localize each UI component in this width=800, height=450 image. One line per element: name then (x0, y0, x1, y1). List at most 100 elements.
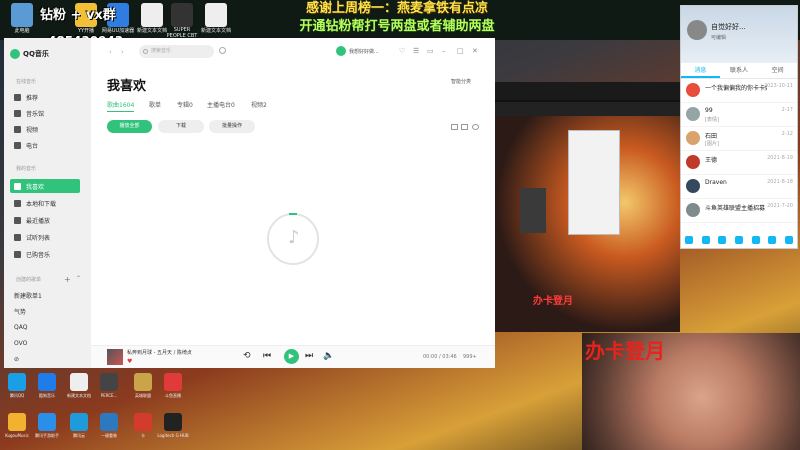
list-item[interactable]: 99 [表情] 2-17 (681, 103, 797, 127)
list-item[interactable]: Draven 2021-8-18 (681, 175, 797, 199)
sidebar-playlist[interactable]: 气势 (10, 304, 80, 318)
desktop-shortcut-icon[interactable] (205, 3, 227, 27)
desktop-shortcut-icon[interactable] (134, 413, 152, 431)
previous-icon[interactable]: ⏮ (263, 351, 271, 361)
mail-icon[interactable] (734, 236, 743, 244)
list-item[interactable]: 王德 2021-8-19 (681, 151, 797, 175)
batch-button[interactable]: 批量操作 (209, 120, 255, 133)
tab-playlists[interactable]: 歌单 (149, 100, 161, 109)
desktop-shortcut-icon[interactable] (141, 3, 163, 27)
desktop-shortcut-icon[interactable] (171, 3, 193, 27)
desktop-shortcut-label[interactable]: 网易UU加速器 (100, 27, 136, 34)
desktop-shortcut-icon[interactable] (100, 413, 118, 431)
desktop-shortcut-icon[interactable] (70, 413, 88, 431)
desktop-shortcut-icon[interactable] (11, 3, 33, 27)
maximize-icon[interactable]: □ (457, 47, 464, 55)
desktop-shortcut-label[interactable]: 斗鱼直播 (157, 393, 189, 399)
desktop-shortcut-label[interactable]: Logitech G HUB (157, 433, 189, 438)
sidebar-item-purchased[interactable]: 已购音乐 (10, 247, 80, 261)
tab-albums[interactable]: 专辑0 (177, 100, 193, 109)
desktop-shortcut-icon[interactable] (164, 373, 182, 391)
volume-icon[interactable]: 🔈 (323, 351, 334, 361)
list-item[interactable]: 石田 [图片] 2-12 (681, 127, 797, 151)
play-all-button[interactable]: 播放全部 (107, 120, 152, 133)
desktop-shortcut-icon[interactable] (8, 373, 26, 391)
forward-icon[interactable]: › (121, 48, 124, 56)
desktop-shortcut-label[interactable]: KugouMusic (1, 433, 33, 438)
tab-radio[interactable]: 主播电台0 (207, 100, 235, 109)
sidebar-playlist[interactable]: QAQ (10, 320, 80, 334)
apps-icon[interactable] (701, 236, 710, 244)
tab-contacts[interactable]: 联系人 (720, 63, 759, 78)
favorites-icon[interactable] (768, 236, 777, 244)
list-item[interactable]: 一个我偏偏我的你卡卡好 2023-10-11 (681, 79, 797, 103)
song-title[interactable]: 私奔到月球 - 五月天 / 陈绮贞 (127, 349, 237, 356)
like-icon[interactable]: ♥ (127, 358, 132, 365)
back-icon[interactable]: ‹ (109, 48, 112, 56)
smart-sort-button[interactable]: 智能分类 (451, 78, 471, 85)
sidebar-item-video[interactable]: 视频 (10, 122, 80, 136)
sidebar-item-recommend[interactable]: 推荐 (10, 90, 80, 104)
mic-icon[interactable] (219, 47, 226, 54)
sidebar-item-local[interactable]: 本地和下载 (10, 196, 80, 210)
loop-icon[interactable]: ⟲ (243, 351, 251, 361)
tab-space[interactable]: 空间 (758, 63, 797, 78)
tab-messages[interactable]: 消息 (681, 63, 720, 78)
desktop-shortcut-icon[interactable] (164, 413, 182, 431)
sidebar-playlist[interactable]: OVO (10, 336, 80, 350)
next-icon[interactable]: ⏭ (305, 351, 313, 361)
tab-videos[interactable]: 视频2 (251, 100, 267, 109)
mini-mode-icon[interactable]: ▭ (427, 47, 434, 55)
desktop-shortcut-icon[interactable] (100, 373, 118, 391)
sidebar-item-trial[interactable]: 试听列表 (10, 230, 80, 244)
menu-icon[interactable] (685, 236, 694, 244)
desktop-shortcut-icon[interactable] (8, 413, 26, 431)
sidebar-item-radio[interactable]: 电台 (10, 138, 80, 152)
sidebar-item-music-hall[interactable]: 音乐馆 (10, 106, 80, 120)
game-icon[interactable] (751, 236, 760, 244)
desktop-shortcut-label[interactable]: YY开播 (68, 27, 104, 34)
refresh-icon[interactable] (472, 124, 479, 130)
avatar[interactable] (336, 46, 346, 56)
desktop-shortcut-icon[interactable] (38, 373, 56, 391)
desktop-shortcut-label[interactable]: 酷狗音乐 (31, 393, 63, 399)
list-item[interactable]: 斗鱼英雄联盟主播招募 2021-7-20 (681, 199, 797, 223)
desktop-shortcut-label[interactable]: 腾讯QQ (1, 393, 33, 399)
list-view-icon[interactable] (451, 124, 458, 130)
play-button[interactable]: ▶ (284, 349, 299, 364)
album-cover[interactable] (107, 349, 123, 365)
desktop-shortcut-label[interactable]: 腾讯手游助手 (31, 433, 63, 439)
grid-view-icon[interactable] (461, 124, 468, 130)
desktop-shortcut-icon[interactable] (38, 413, 56, 431)
desktop-shortcut-icon[interactable] (134, 373, 152, 391)
files-icon[interactable] (718, 236, 727, 244)
qq-profile-signature[interactable]: 可编辑 (711, 34, 726, 41)
download-button[interactable]: 下载 (158, 120, 204, 133)
desktop-shortcut-label[interactable]: 此电脑 (4, 27, 40, 34)
tab-songs[interactable]: 歌曲1604 (107, 100, 135, 112)
desktop-shortcut-label[interactable]: 英雄联盟 (127, 393, 159, 399)
desktop-shortcut-label[interactable]: 新建文本文档 (198, 27, 234, 34)
search-input[interactable]: 搜索音乐 (139, 45, 214, 58)
skin-icon[interactable]: ♡ (399, 47, 405, 55)
message-time: 2021-7-20 (767, 203, 793, 209)
desktop-shortcut-label[interactable]: 卡 (127, 433, 159, 439)
sidebar-item-liked[interactable]: 我喜欢 (10, 179, 80, 193)
close-icon[interactable]: ✕ (472, 47, 478, 55)
desktop-shortcut-label[interactable]: 一键重装 (93, 433, 125, 439)
avatar[interactable] (687, 20, 707, 40)
desktop-shortcut-label[interactable]: 新建文本文档 (63, 393, 95, 399)
user-name[interactable]: 我想好好做... (349, 48, 389, 55)
settings-icon[interactable]: ☰ (413, 47, 419, 55)
collapse-icon[interactable]: ⌃ (76, 275, 81, 282)
add-playlist-icon[interactable]: + (64, 275, 71, 284)
desktop-shortcut-icon[interactable] (70, 373, 88, 391)
sidebar-item-recent[interactable]: 最近播放 (10, 213, 80, 227)
minimize-icon[interactable]: – (442, 47, 446, 55)
desktop-shortcut-label[interactable]: PERCE... (93, 393, 125, 398)
desktop-shortcut-label[interactable]: 腾讯云 (63, 433, 95, 439)
playlist-count[interactable]: 999+ (463, 354, 477, 360)
sidebar-playlist[interactable]: 新建歌单1 (10, 288, 80, 302)
sidebar-playlist[interactable]: ⊘ (10, 352, 80, 366)
shield-icon[interactable] (784, 236, 793, 244)
